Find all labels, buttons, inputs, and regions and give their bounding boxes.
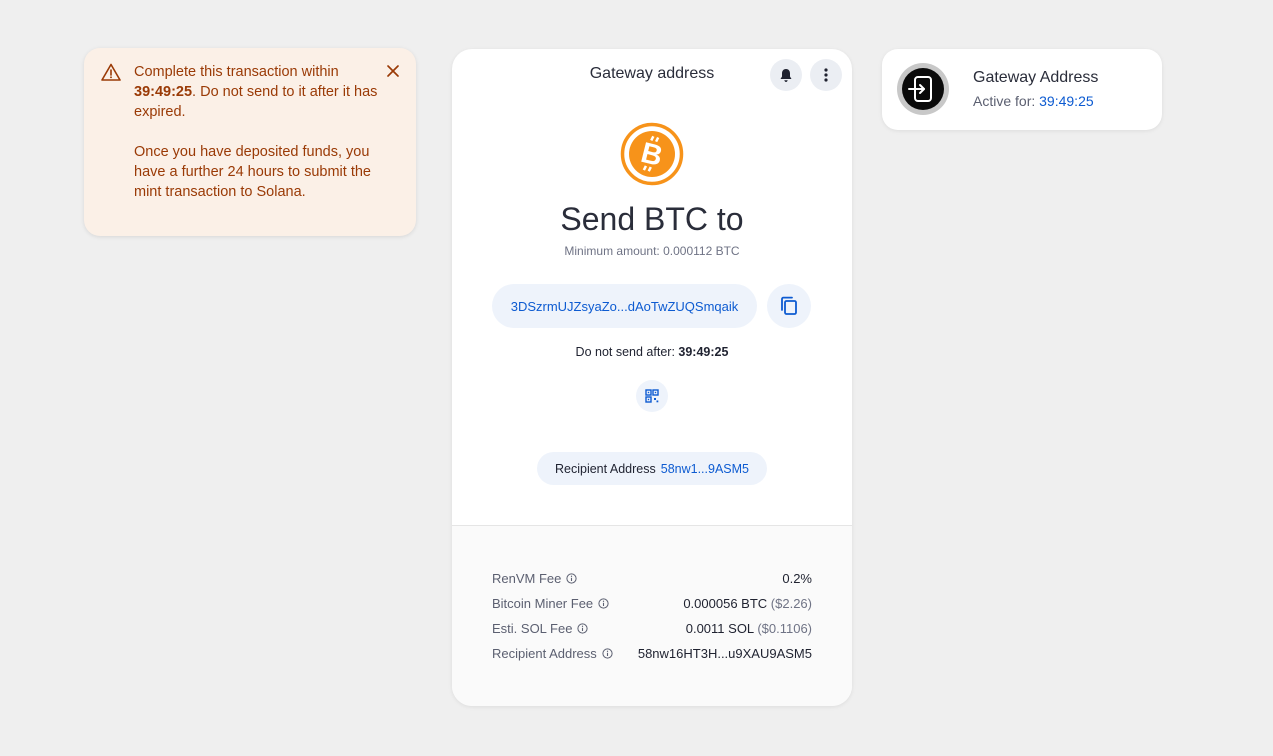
- more-vertical-icon: [824, 68, 828, 82]
- deposit-address[interactable]: 3DSzrmUJZsyaZo...dAoTwZUQSmqaik: [492, 284, 757, 328]
- notifications-button[interactable]: [770, 59, 802, 91]
- gateway-icon: [897, 63, 949, 115]
- fees-section: RenVM Fee 0.2% Bitcoin Miner Fee 0.00005…: [452, 525, 852, 706]
- recipient-address-link[interactable]: 58nw1...9ASM5: [661, 462, 749, 476]
- close-icon: [387, 65, 399, 77]
- gateway-active-text: Active for: 39:49:25: [973, 93, 1094, 109]
- fee-value: 0.0011 SOL ($0.1106): [685, 621, 812, 636]
- warning-triangle-icon: [101, 63, 121, 87]
- fee-label: Esti. SOL Fee: [492, 621, 573, 636]
- minimum-amount: Minimum amount: 0.000112 BTC: [564, 244, 740, 258]
- fee-value: 0.000056 BTC ($2.26): [683, 596, 812, 611]
- info-icon[interactable]: [566, 573, 577, 584]
- fee-row-sol: Esti. SOL Fee 0.0011 SOL ($0.1106): [492, 616, 812, 641]
- fee-value: 0.2%: [782, 571, 812, 586]
- fee-label: Bitcoin Miner Fee: [492, 596, 594, 611]
- fee-usd: ($0.1106): [757, 621, 812, 636]
- copy-icon: [781, 296, 797, 315]
- fee-label: Recipient Address: [492, 646, 597, 661]
- more-options-button[interactable]: [810, 59, 842, 91]
- gateway-address-card: Gateway address B Send BTC to Minimum am…: [452, 49, 852, 706]
- gateway-status-card[interactable]: Gateway Address Active for: 39:49:25: [882, 49, 1162, 130]
- info-icon[interactable]: [602, 648, 613, 659]
- warning-text-expiry: Complete this transaction within 39:49:2…: [134, 64, 378, 120]
- fee-row-bitcoin-miner: Bitcoin Miner Fee 0.000056 BTC ($2.26): [492, 591, 812, 616]
- warning-expiry-time: 39:49:25: [134, 84, 193, 100]
- fee-row-renvm: RenVM Fee 0.2%: [492, 566, 812, 591]
- bell-icon: [780, 68, 792, 82]
- recipient-address-pill: Recipient Address 58nw1...9ASM5: [537, 452, 767, 485]
- expiry-warning-card: Complete this transaction within 39:49:2…: [84, 48, 416, 236]
- show-qr-button[interactable]: [636, 380, 668, 412]
- fee-row-recipient: Recipient Address 58nw16HT3H...u9XAU9ASM…: [492, 641, 812, 666]
- fee-label: RenVM Fee: [492, 571, 562, 586]
- close-warning-button[interactable]: [382, 60, 404, 82]
- deadline-time: 39:49:25: [678, 345, 729, 359]
- recipient-label: Recipient Address: [554, 461, 656, 476]
- bitcoin-icon: B: [620, 122, 684, 186]
- fee-usd: ($2.26): [770, 596, 812, 611]
- fee-value: 58nw16HT3H...u9XAU9ASM5: [637, 646, 812, 661]
- gateway-status-title: Gateway Address: [973, 69, 1099, 86]
- send-heading: Send BTC to: [560, 201, 744, 237]
- warning-text-mint: Once you have deposited funds, you have …: [134, 144, 371, 200]
- info-icon[interactable]: [598, 598, 609, 609]
- gateway-active-time: 39:49:25: [1039, 93, 1094, 109]
- copy-address-button[interactable]: [767, 284, 811, 328]
- info-icon[interactable]: [577, 623, 589, 634]
- deadline-text: Do not send after: 39:49:25: [575, 345, 729, 359]
- qr-code-icon: [645, 389, 659, 403]
